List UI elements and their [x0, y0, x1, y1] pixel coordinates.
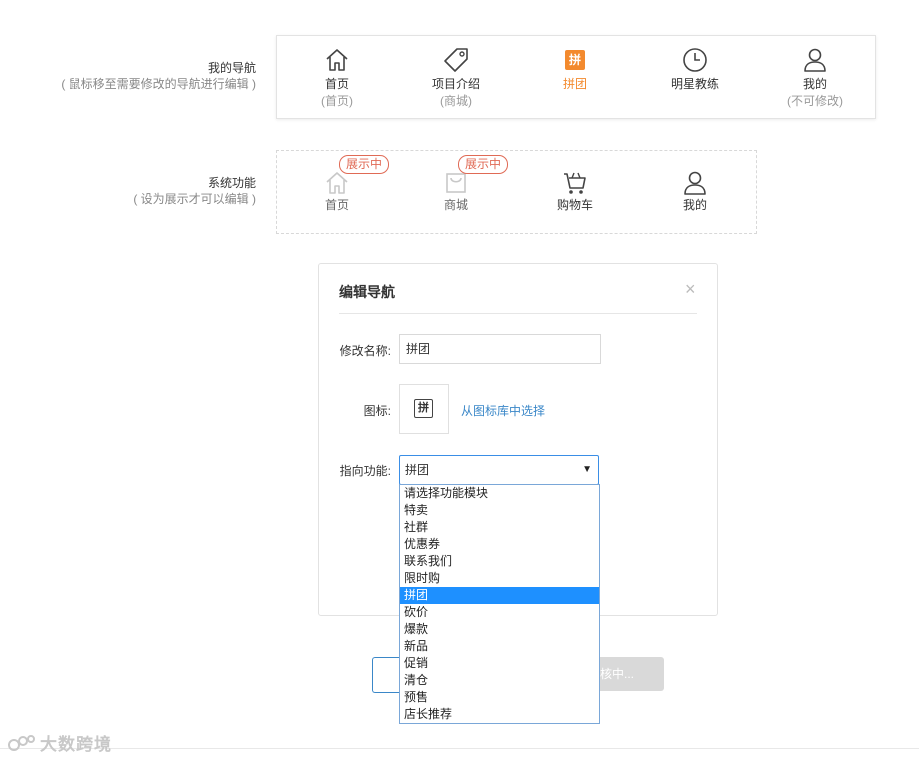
modal-title: 编辑导航 — [339, 284, 395, 300]
system-item-cart[interactable]: 购物车 — [525, 169, 625, 214]
pin-icon: 拼 — [414, 399, 433, 418]
nav-item-pintuan[interactable]: 拼 拼团 — [525, 46, 625, 93]
func-label: 指向功能: — [339, 464, 391, 478]
dropdown-option[interactable]: 爆款 — [400, 621, 599, 638]
status-badge: 展示中 — [339, 155, 390, 174]
system-item-home[interactable]: 展示中 首页 — [287, 155, 390, 214]
nav-item-sub: (商城) — [440, 94, 472, 108]
nav-item-coach[interactable]: 明星教练 — [645, 46, 745, 93]
system-label: 系统功能 — [207, 176, 256, 190]
name-input[interactable] — [399, 334, 601, 364]
system-item-label: 首页 — [324, 198, 349, 212]
dropdown-option[interactable]: 拼团 — [400, 587, 599, 604]
my-nav-bar: 首页 (首页) 项目介绍 (商城) 拼 拼团 明星教练 我的 (不可修改) — [276, 35, 876, 119]
my-nav-label: 我的导航 — [207, 61, 256, 75]
nav-item-label: 我的 — [802, 77, 827, 91]
system-hint: ( 设为展示才可以编辑 ) — [133, 192, 256, 206]
divider — [0, 748, 919, 749]
my-nav-hint: ( 鼠标移至需要修改的导航进行编辑 ) — [61, 77, 256, 91]
system-item-label: 我的 — [682, 198, 707, 212]
chevron-down-icon: ▼ — [582, 464, 592, 475]
system-item-mine[interactable]: 我的 — [645, 169, 745, 214]
pin-icon: 拼 — [565, 50, 585, 70]
nav-item-label: 项目介绍 — [431, 77, 480, 91]
nav-item-label: 拼团 — [562, 77, 587, 91]
watermark: 大数跨境 — [8, 730, 112, 755]
icon-preview[interactable]: 拼 — [399, 384, 449, 434]
submit-button[interactable]: 核中... — [598, 657, 664, 691]
user-icon — [804, 48, 826, 72]
close-icon[interactable]: × — [685, 280, 696, 298]
nav-item-label: 明星教练 — [670, 77, 719, 91]
dropdown-option[interactable]: 新品 — [400, 638, 599, 655]
name-label: 修改名称: — [339, 344, 391, 358]
nav-item-sub: (首页) — [321, 94, 353, 108]
nav-item-label: 首页 — [324, 77, 349, 91]
nav-item-sub: (不可修改) — [787, 94, 843, 108]
icon-label: 图标: — [363, 404, 391, 418]
dropdown-option[interactable]: 促销 — [400, 655, 599, 672]
system-functions: 展示中 首页 展示中 商城 购物车 我的 — [276, 150, 757, 234]
system-label-group: 系统功能 ( 设为展示才可以编辑 ) — [30, 175, 256, 207]
dropdown-option[interactable]: 砍价 — [400, 604, 599, 621]
watermark-logo-icon — [8, 735, 35, 751]
dropdown-option[interactable]: 特卖 — [400, 502, 599, 519]
my-nav-label-group: 我的导航 ( 鼠标移至需要修改的导航进行编辑 ) — [30, 60, 256, 92]
function-select-value: 拼团 — [405, 463, 430, 477]
clock-icon — [683, 48, 707, 72]
system-item-mall[interactable]: 展示中 商城 — [406, 155, 509, 214]
dropdown-option[interactable]: 优惠券 — [400, 536, 599, 553]
dropdown-option[interactable]: 预售 — [400, 689, 599, 706]
system-item-label: 购物车 — [556, 198, 593, 212]
dropdown-option[interactable]: 限时购 — [400, 570, 599, 587]
dropdown-option[interactable]: 请选择功能模块 — [400, 485, 599, 502]
dropdown-option[interactable]: 联系我们 — [400, 553, 599, 570]
home-icon — [326, 49, 348, 71]
function-dropdown[interactable]: 请选择功能模块 特卖 社群 优惠券 联系我们 限时购 拼团 砍价 爆款 新品 促销 清仓 预售 店长推荐 — [399, 484, 600, 724]
dropdown-option[interactable]: 清仓 — [400, 672, 599, 689]
tag-icon — [444, 48, 468, 72]
submit-button-label: 核中... — [600, 667, 635, 681]
nav-item-project[interactable]: 项目介绍 (商城) — [406, 46, 506, 110]
modal-divider — [339, 313, 697, 314]
icon-library-link[interactable]: 从图标库中选择 — [461, 402, 545, 419]
cart-icon — [564, 172, 586, 194]
nav-item-mine[interactable]: 我的 (不可修改) — [765, 46, 865, 110]
user-icon — [684, 171, 706, 195]
watermark-text: 大数跨境 — [40, 735, 112, 754]
status-badge: 展示中 — [458, 155, 509, 174]
dropdown-option[interactable]: 店长推荐 — [400, 706, 599, 723]
function-select[interactable]: 拼团 ▼ — [399, 455, 599, 485]
dropdown-option[interactable]: 社群 — [400, 519, 599, 536]
system-item-label: 商城 — [443, 198, 468, 212]
nav-item-home[interactable]: 首页 (首页) — [287, 46, 387, 110]
